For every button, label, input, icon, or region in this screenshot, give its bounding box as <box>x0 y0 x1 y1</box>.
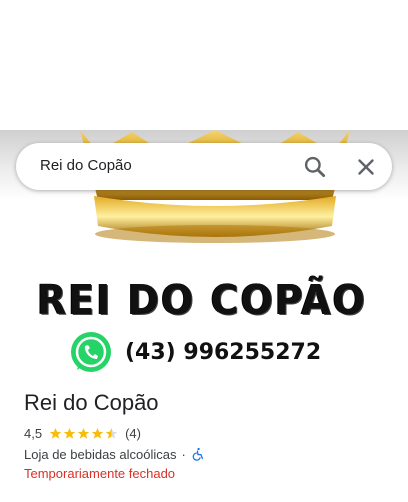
whatsapp-icon <box>71 332 111 372</box>
review-count[interactable]: (4) <box>125 426 141 441</box>
star-half-icon <box>105 427 118 439</box>
rating-value: 4,5 <box>24 425 43 441</box>
hero-phone-text: (43) 996255272 <box>125 340 322 365</box>
place-title: Rei do Copão <box>24 390 159 415</box>
hero-logo-text: REI DO COPÃO <box>37 276 367 324</box>
open-status: Temporariamente fechado <box>24 466 176 481</box>
search-icon[interactable] <box>302 154 328 180</box>
rating-row[interactable]: 4,5 (4) <box>24 424 141 442</box>
star-icon <box>63 427 76 439</box>
star-icon <box>91 427 104 439</box>
wheelchair-icon <box>192 447 203 461</box>
rating-stars <box>49 427 119 440</box>
map-blank-area <box>0 0 408 130</box>
category-row: Loja de bebidas alcoólicas · <box>24 445 205 463</box>
star-icon <box>49 427 62 439</box>
place-category: Loja de bebidas alcoólicas <box>24 446 177 462</box>
close-icon[interactable] <box>353 154 379 180</box>
separator-dot: · <box>181 446 186 462</box>
search-input[interactable]: Rei do Copão <box>40 157 132 174</box>
star-icon <box>77 427 90 439</box>
search-bar[interactable]: Rei do Copão <box>16 143 392 190</box>
